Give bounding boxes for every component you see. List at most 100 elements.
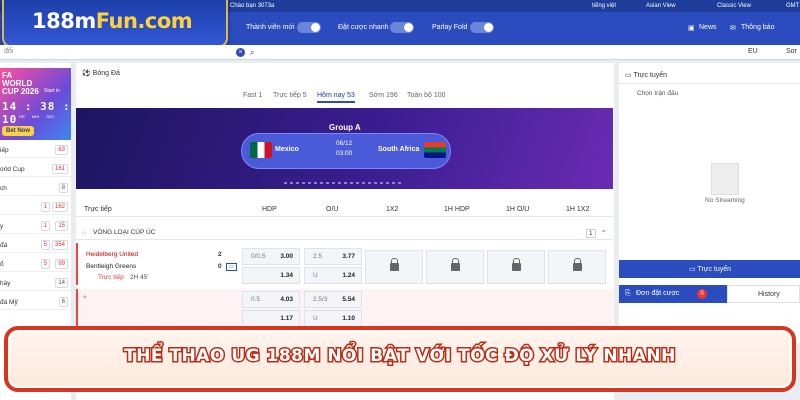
away-score: 0: [218, 263, 222, 270]
featured-match-banner[interactable]: Group A Mexico 06/12 03:00 South Africa: [76, 108, 613, 189]
new-member-toggle[interactable]: [297, 22, 321, 33]
sidebar-item-count: 14: [55, 278, 68, 288]
col-ou: O/U: [326, 206, 339, 213]
sidebar-item-label: hày: [0, 280, 11, 287]
sidebar-live-count: 1: [40, 202, 50, 212]
odds-table-header: Trực tiếp HDP O/U 1X2 1H HDP 1H O/U 1H 1…: [76, 203, 613, 217]
hdp-home-odds-alt[interactable]: 0.5 4.03: [242, 291, 300, 308]
sidebar-item[interactable]: iếp 63: [0, 143, 71, 158]
carousel-dots[interactable]: [284, 182, 404, 184]
caption-banner: THỂ THAO UG 188M NỔI BẬT VỚI TỐC ĐỘ XỬ L…: [4, 326, 796, 392]
sidebar-item-count: 99: [55, 259, 68, 269]
history-tab[interactable]: History: [727, 285, 800, 303]
notice-icon[interactable]: ✉: [730, 24, 736, 32]
promo-countdown: 14 : 38 : 10: [2, 100, 71, 126]
collapse-icon[interactable]: ⌃: [601, 229, 606, 237]
ou-under-odds-alt[interactable]: U 1.10: [304, 310, 362, 327]
league-row[interactable]: ☆ VÒNG LOẠI CÚP ÚC 1 ⌃: [76, 226, 613, 240]
clear-search-icon[interactable]: ×: [236, 48, 245, 57]
odds-view-select[interactable]: Asian View: [646, 3, 676, 9]
sidebar-item-label: đá: [0, 242, 8, 249]
sidebar-item-label: orld Cup: [0, 166, 25, 173]
sidebar-item-count: 6: [58, 297, 68, 307]
home-team-name: Heidelberg United: [86, 251, 139, 258]
lock-icon: [390, 258, 399, 271]
sidebar-item-label: y: [0, 223, 4, 230]
site-logo[interactable]: 188mFun.com: [2, 0, 228, 48]
favorite-star-icon[interactable]: ★: [82, 293, 88, 301]
language-select[interactable]: tiếng việt: [592, 3, 616, 9]
featured-match-card[interactable]: Mexico 06/12 03:00 South Africa: [241, 133, 451, 169]
hdp-home-odds[interactable]: 0/0.5 3.00: [242, 248, 300, 265]
parlay-label: Parlay Fold: [432, 24, 468, 31]
tab-all[interactable]: Toàn bộ 100: [407, 92, 446, 99]
1h-ou-locked: [487, 250, 545, 284]
promo-start: Start in: [44, 88, 60, 94]
lock-icon: [451, 258, 460, 271]
hdp-away-odds-alt[interactable]: 1.17: [242, 310, 300, 327]
tab-live[interactable]: Trực tiếp 5: [273, 92, 307, 99]
quick-bet-toggle[interactable]: [390, 22, 414, 33]
timezone-select[interactable]: GMT: [786, 3, 799, 9]
sidebar-item[interactable]: orld Cup 161: [0, 162, 71, 177]
live-stream-button[interactable]: ▭ Trực tuyến: [619, 260, 800, 278]
league-name: VÒNG LOẠI CÚP ÚC: [93, 229, 156, 236]
favorite-star-icon[interactable]: ☆: [81, 229, 87, 237]
col-live: Trực tiếp: [84, 206, 112, 213]
notice-link[interactable]: Thông báo: [741, 24, 774, 31]
promo-units: HR MIN SEC: [19, 114, 55, 119]
sidebar-item[interactable]: hày 14: [0, 276, 71, 291]
sidebar-item-count: 63: [55, 145, 68, 155]
sidebar-item[interactable]: y 1 15: [0, 219, 71, 234]
sidebar-item[interactable]: đá 5 354: [0, 238, 71, 253]
stats-icon[interactable]: ▭: [226, 263, 237, 271]
sort-select[interactable]: Sor: [786, 48, 797, 55]
sidebar-live-count: 5: [40, 240, 50, 250]
sidebar-item-count: 161: [51, 164, 68, 174]
tab-today[interactable]: Hôm nay 53: [317, 92, 355, 103]
search-icon[interactable]: ⌕: [250, 48, 254, 58]
news-link[interactable]: News: [699, 24, 717, 31]
col-1x2: 1X2: [386, 206, 399, 213]
col-1h-1x2: 1H 1X2: [566, 206, 590, 213]
odds-format-select[interactable]: EU: [748, 48, 758, 55]
sport-title: ⚽ Bóng Đá: [82, 70, 120, 77]
col-1h-ou: 1H O/U: [506, 206, 530, 213]
hdp-away-odds[interactable]: 1.34: [242, 267, 300, 284]
mexico-flag-icon: [250, 142, 272, 158]
ou-over-odds-alt[interactable]: 2.5/3 5.54: [304, 291, 362, 308]
soccer-ball-icon: ⚽: [82, 70, 91, 77]
search-input[interactable]: đổi: [4, 48, 13, 55]
bet-now-button[interactable]: Bet Now: [2, 126, 34, 136]
tab-fast[interactable]: Fast 1: [243, 92, 262, 99]
search-bar: đổi × ⌕ EU Sor: [0, 45, 800, 60]
ou-over-odds[interactable]: 2.5 3.77: [304, 248, 362, 265]
ou-under-odds[interactable]: U 1.24: [304, 267, 362, 284]
tab-early[interactable]: Sớm 196: [369, 92, 398, 99]
sidebar-item[interactable]: ổ 5 99: [0, 257, 71, 272]
quick-bet-label: Đặt cược nhanh: [338, 24, 389, 31]
sidebar-item[interactable]: đá Mỹ 6: [0, 295, 71, 310]
1h-1x2-locked: [548, 250, 606, 284]
match-datetime: 06/12 03:00: [336, 140, 353, 157]
classic-view-select[interactable]: Classic View: [717, 3, 751, 9]
1x2-locked: [365, 250, 423, 284]
parlay-toggle[interactable]: [470, 22, 494, 33]
bet-count-badge: 0: [697, 289, 707, 299]
1h-hdp-locked: [426, 250, 484, 284]
news-icon[interactable]: ▣: [688, 24, 695, 32]
logo-prefix: 188m: [32, 9, 96, 33]
match-status: Trực tiếp: [98, 274, 124, 281]
home-team: Mexico: [275, 146, 299, 153]
sidebar-item-label: ổ: [0, 261, 4, 268]
sidebar-item-count: 15: [55, 221, 68, 231]
choose-match[interactable]: Chọn trận đấu: [637, 90, 678, 97]
ticket-icon: ⎘: [625, 290, 631, 297]
sidebar-item[interactable]: ch 8: [0, 181, 71, 196]
bet-slip-tab[interactable]: ⎘ Đơn đặt cược 0: [619, 285, 727, 303]
sidebar-item[interactable]: 1 162: [0, 200, 71, 215]
sidebar-item-label: ch: [0, 185, 7, 192]
new-member-label: Thành viên mới: [246, 24, 295, 31]
world-cup-promo[interactable]: FA WORLD CUP 2026 Start in 14 : 38 : 10 …: [0, 68, 71, 140]
home-score: 2: [218, 251, 222, 258]
